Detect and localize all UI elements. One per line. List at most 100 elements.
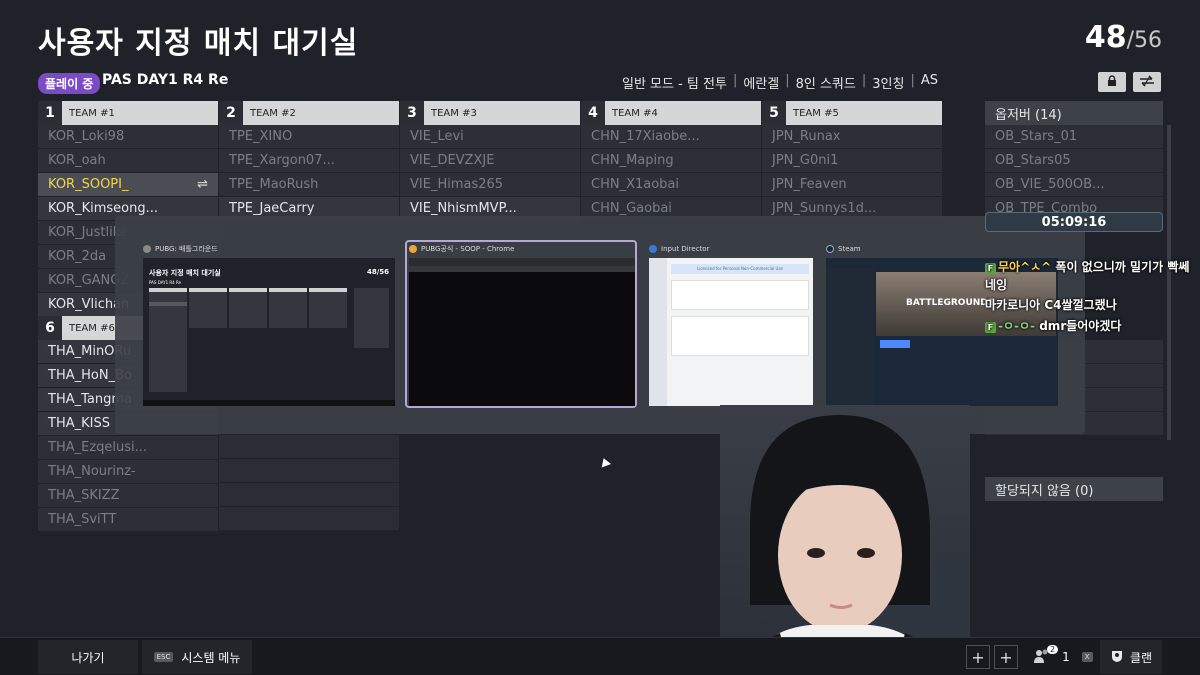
setting-squad: 8인 스쿼드 — [795, 77, 856, 92]
clan-button[interactable]: 클랜 — [1100, 640, 1162, 674]
player-slot[interactable]: THA_SKIZZ — [38, 484, 218, 508]
add-button[interactable]: + — [994, 645, 1018, 669]
stream-clock: 05:09:16 — [985, 212, 1163, 232]
player-count-total: /56 — [1126, 28, 1162, 53]
empty-slot[interactable] — [219, 483, 399, 507]
player-slot[interactable]: CHN_17Xiaobe... — [581, 125, 761, 149]
player-slot[interactable]: JPN_Feaven — [762, 173, 942, 197]
setting-map: 에란겔 — [743, 77, 780, 92]
team-header[interactable]: 5 TEAM #5 — [762, 101, 942, 125]
unassigned-header[interactable]: 할당되지 않음 (0) — [985, 477, 1163, 501]
lock-icon — [1106, 74, 1118, 90]
team-name: TEAM #4 — [612, 107, 658, 119]
team-header[interactable]: 4 TEAM #4 — [581, 101, 761, 125]
player-slot[interactable]: KOR_Loki98 — [38, 125, 218, 149]
empty-slot[interactable] — [219, 435, 399, 459]
team-name: TEAM #2 — [250, 107, 296, 119]
empty-slots — [219, 435, 399, 531]
observer-scrollbar[interactable] — [1167, 125, 1171, 440]
player-slot[interactable]: VIE_Levi — [400, 125, 580, 149]
mini-sidebar — [649, 258, 667, 406]
add-button[interactable]: + — [966, 645, 990, 669]
lock-button[interactable] — [1098, 72, 1126, 92]
party-indicator[interactable]: 2 1 X — [1033, 644, 1093, 669]
team-name: TEAM #1 — [69, 107, 115, 119]
plus-icon: + — [971, 647, 985, 667]
player-slot[interactable]: TPE_XINO — [219, 125, 399, 149]
leave-label: 나가기 — [71, 650, 105, 665]
empty-slot[interactable] — [219, 459, 399, 483]
chat-line: 네잉 — [985, 276, 1007, 293]
team-header[interactable]: 2 TEAM #2 — [219, 101, 399, 125]
player-slot[interactable]: JPN_Runax — [762, 125, 942, 149]
switcher-window-pubg[interactable]: PUBG: 배틀그라운드 사용자 지정 매치 대기실 48/56 PAS DAY… — [143, 242, 395, 406]
player-slot[interactable]: CHN_X1aobai — [581, 173, 761, 197]
team-panel-5: 5 TEAM #5 JPN_Runax JPN_G0ni1 JPN_Feaven … — [762, 101, 942, 221]
swap-toggle-button[interactable] — [1133, 72, 1161, 92]
chat-line: F -ㅇ-ㅇ- dmr들어야겠다 — [985, 317, 1121, 334]
team-header[interactable]: 1 TEAM #1 — [38, 101, 218, 125]
team-number: 4 — [581, 101, 605, 125]
observer-header[interactable]: 옵저버 (14) — [985, 101, 1163, 125]
input-director-icon — [649, 245, 657, 253]
leave-button[interactable]: 나가기 — [38, 640, 138, 674]
swap-icon[interactable]: ⇌ — [197, 177, 208, 192]
observer-slot[interactable]: OB_Stars05 — [985, 149, 1163, 173]
switcher-window-chrome[interactable]: PUBG공식 - SOOP - Chrome — [405, 240, 637, 408]
mini-match: PAS DAY1 R4 Re — [149, 280, 182, 285]
mini-count: 48/56 — [366, 268, 389, 276]
mini-license-banner: Licensed for Personal Non-Commercial Use — [671, 264, 809, 274]
mini-addressbar — [409, 266, 635, 272]
player-slot[interactable]: VIE_DEVZXJE — [400, 149, 580, 173]
window-title: Input Director — [661, 245, 710, 253]
team-panel-2: 2 TEAM #2 TPE_XINO TPE_Xargon07... TPE_Ma… — [219, 101, 399, 221]
status-badge: 플레이 중 — [38, 73, 101, 94]
player-slot[interactable]: KOR_oah — [38, 149, 218, 173]
player-slot[interactable]: CHN_Maping — [581, 149, 761, 173]
observer-slot[interactable]: OB_VIE_500OB... — [985, 173, 1163, 197]
mini-game-name: BATTLEGROUNDS — [906, 298, 995, 308]
observer-slot[interactable]: OB_Stars_01 — [985, 125, 1163, 149]
player-slot-self[interactable]: KOR_SOOPI_ ⇌ — [38, 173, 218, 197]
chat-message: 마카로니아 C4쌀껄그랬나 — [985, 298, 1117, 312]
player-name: KOR_SOOPI_ — [48, 177, 129, 192]
mini-play-button — [880, 340, 910, 348]
chat-message: dmr들어야겠다 — [1039, 319, 1122, 333]
player-slot[interactable]: TPE_Xargon07... — [219, 149, 399, 173]
mini-title: 사용자 지정 매치 대기실 — [149, 269, 221, 277]
team-header[interactable]: 3 TEAM #3 — [400, 101, 580, 125]
setting-region: AS — [920, 73, 938, 88]
clan-label: 클랜 — [1129, 650, 1153, 665]
system-menu-label: 시스템 메뉴 — [181, 650, 241, 665]
chat-nick: -ㅇ-ㅇ- — [998, 319, 1036, 333]
player-slot[interactable]: THA_Nourinz- — [38, 460, 218, 484]
swap-icon — [1139, 75, 1155, 90]
pubg-app-icon — [143, 245, 151, 253]
player-slot[interactable]: THA_Ezqelusi... — [38, 436, 218, 460]
mini-panel — [671, 316, 809, 356]
mini-tabbar — [409, 258, 635, 266]
chat-line: F 무아^ㅅ^ 폭이 없으니까 밀기가 빡쎄 — [985, 258, 1189, 275]
clan-icon — [1110, 649, 1124, 666]
player-slot[interactable]: VIE_Himas265 — [400, 173, 580, 197]
chat-message: 폭이 없으니까 밀기가 빡쎄 — [1055, 260, 1190, 274]
x-key-hint: X — [1081, 652, 1093, 662]
team-number: 6 — [38, 316, 62, 340]
setting-mode: 일반 모드 - 팀 전투 — [621, 77, 727, 92]
observer-panel: 옵저버 (14) OB_Stars_01 OB_Stars05 OB_VIE_5… — [985, 101, 1163, 221]
system-menu-button[interactable]: ESC 시스템 메뉴 — [142, 640, 252, 674]
team-number: 5 — [762, 101, 786, 125]
team-number: 3 — [400, 101, 424, 125]
esc-key-hint: ESC — [153, 652, 174, 662]
mini-panel — [671, 280, 809, 310]
switcher-window-input-director[interactable]: Input Director Licensed for Personal Non… — [649, 242, 813, 406]
player-slot[interactable]: TPE_MaoRush — [219, 173, 399, 197]
empty-slot[interactable] — [219, 507, 399, 531]
setting-perspective: 3인칭 — [872, 77, 905, 92]
chat-nick: 무아^ㅅ^ — [998, 260, 1052, 274]
chat-message: 네잉 — [985, 278, 1008, 292]
player-slot[interactable]: JPN_G0ni1 — [762, 149, 942, 173]
party-badge: 2 — [1047, 644, 1059, 654]
mini-lobby-grid — [149, 288, 389, 392]
player-slot[interactable]: THA_SviTT — [38, 508, 218, 532]
